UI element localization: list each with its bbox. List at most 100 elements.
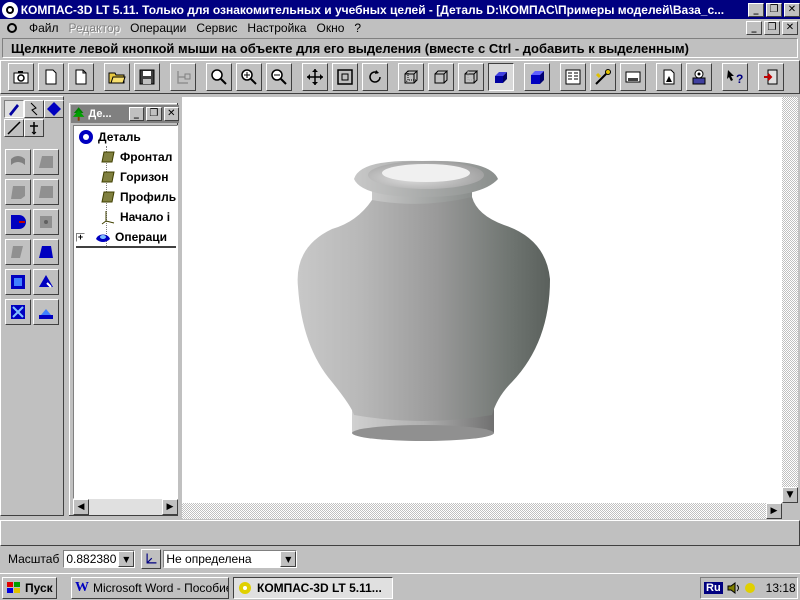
chevron-down-icon[interactable]: ▼ [280, 551, 297, 567]
perspective-icon[interactable] [524, 63, 550, 91]
minimize-button[interactable]: _ [748, 2, 764, 17]
document-system-menu-icon[interactable] [4, 21, 20, 35]
tree-title-bar[interactable]: Де... _ ❐ ✕ [71, 105, 179, 123]
tree-item-origin[interactable]: Начало і [100, 208, 170, 226]
cut-loft-icon[interactable] [33, 239, 59, 265]
new-file-icon[interactable] [68, 63, 94, 91]
viewport-vertical-scrollbar[interactable]: ▼ [782, 97, 798, 503]
kompas-app-icon[interactable] [2, 1, 18, 18]
close-button[interactable]: ✕ [784, 2, 800, 17]
tree-item-horizontal[interactable]: Горизон [100, 168, 169, 186]
fit-view-icon[interactable] [332, 63, 358, 91]
material-icon[interactable] [590, 63, 616, 91]
help-icon[interactable]: ? [722, 63, 748, 91]
scroll-right-button[interactable]: ▶ [766, 503, 782, 519]
model-viewport[interactable] [182, 97, 782, 503]
tree-divider [76, 246, 176, 248]
zoom-out-icon[interactable] [266, 63, 292, 91]
shell-icon[interactable] [5, 299, 31, 325]
tray-app-icon[interactable] [742, 580, 758, 596]
scroll-down-button[interactable]: ▼ [782, 487, 798, 503]
tree-root-detail[interactable]: Деталь [78, 128, 141, 146]
tab-sketch-icon[interactable] [24, 100, 44, 118]
expand-toggle[interactable]: + [76, 232, 85, 242]
thin-hidden-lines-icon[interactable] [458, 63, 484, 91]
mass-properties-icon[interactable] [656, 63, 682, 91]
doc-close-button[interactable]: ✕ [782, 21, 798, 35]
tree-close-button[interactable]: ✕ [163, 107, 179, 121]
fillet-icon[interactable] [5, 269, 31, 295]
kinematic-icon[interactable] [5, 179, 31, 205]
tree-item-operations[interactable]: + Операци [76, 228, 167, 246]
speaker-icon[interactable] [726, 580, 742, 596]
zoom-icon[interactable] [206, 63, 232, 91]
tab-coordinate-icon[interactable] [24, 119, 44, 137]
scale-combo[interactable]: 0.882380 ▼ [63, 550, 136, 568]
tree-scroll-left-button[interactable]: ◀ [73, 499, 89, 515]
plane-icon [101, 151, 115, 163]
tree-item-label: Начало і [120, 210, 171, 224]
doc-minimize-button[interactable]: _ [746, 21, 762, 35]
shaded-icon[interactable] [488, 63, 514, 91]
libraries-icon[interactable] [686, 63, 712, 91]
pan-icon[interactable] [302, 63, 328, 91]
doc-restore-button[interactable]: ❐ [764, 21, 780, 35]
main-toolbar: ? [0, 60, 800, 94]
hidden-lines-icon[interactable] [428, 63, 454, 91]
menu-service[interactable]: Сервис [191, 21, 242, 35]
window-title-bar[interactable]: КОМПАС-3D LT 5.11. Только для ознакомите… [0, 0, 800, 19]
measure-icon[interactable] [620, 63, 646, 91]
tree-root-label: Деталь [98, 130, 141, 144]
new-document-icon[interactable] [38, 63, 64, 91]
tree-minimize-button[interactable]: _ [128, 107, 145, 121]
cut-revolve-icon[interactable] [33, 209, 59, 235]
tree-horizontal-scrollbar[interactable]: ◀ ▶ [73, 499, 178, 515]
model-tree-window[interactable]: Де... _ ❐ ✕ Деталь Фронтал Горизон Профи… [67, 101, 180, 518]
exit-icon[interactable] [758, 63, 784, 91]
window-title: КОМПАС-3D LT 5.11. Только для ознакомите… [20, 2, 725, 17]
menu-editor[interactable]: Редактор [64, 21, 126, 35]
restore-button[interactable]: ❐ [766, 2, 782, 17]
viewport-horizontal-scrollbar[interactable]: ▶ [182, 503, 782, 519]
tab-shading-icon[interactable] [44, 100, 64, 118]
properties-icon[interactable] [560, 63, 586, 91]
task-word[interactable]: W Microsoft Word - Пособие... [71, 577, 229, 599]
wireframe-icon[interactable] [398, 63, 424, 91]
tree-structure-icon[interactable] [170, 63, 196, 91]
rotate-icon[interactable] [362, 63, 388, 91]
save-icon[interactable] [134, 63, 160, 91]
cut-kinematic-icon[interactable] [5, 239, 31, 265]
tree-maximize-button[interactable]: ❐ [146, 107, 162, 121]
menu-file[interactable]: Файл [24, 21, 64, 35]
tree-scroll-right-button[interactable]: ▶ [162, 499, 178, 515]
extrude-icon[interactable] [5, 149, 31, 175]
vase-model[interactable] [182, 97, 782, 503]
zoom-in-icon[interactable] [236, 63, 262, 91]
menu-settings[interactable]: Настройка [242, 21, 311, 35]
revolve-icon[interactable] [33, 149, 59, 175]
menu-help[interactable]: ? [349, 21, 366, 35]
tab-edit-icon[interactable] [4, 100, 24, 118]
rib-icon[interactable] [33, 299, 59, 325]
task-kompas[interactable]: КОМПАС-3D LT 5.11... [233, 577, 393, 599]
tree-item-profile[interactable]: Профиль [100, 188, 176, 206]
loft-icon[interactable] [33, 179, 59, 205]
plane-icon [101, 191, 115, 203]
start-button[interactable]: Пуск [2, 577, 57, 599]
tree-view[interactable]: Деталь Фронтал Горизон Профиль Начало і … [73, 125, 178, 499]
menu-operations[interactable]: Операции [125, 21, 191, 35]
tree-scroll-track[interactable] [89, 499, 162, 515]
tab-line-icon[interactable] [4, 119, 24, 137]
camera-icon[interactable] [8, 63, 34, 91]
chevron-down-icon[interactable]: ▼ [118, 551, 135, 567]
cut-extrude-icon[interactable] [5, 209, 31, 235]
language-indicator[interactable]: Ru [704, 582, 723, 594]
orientation-icon[interactable] [141, 549, 162, 569]
chamfer-icon[interactable] [33, 269, 59, 295]
orientation-combo[interactable]: Не определена ▼ [163, 550, 298, 568]
task-word-label: Microsoft Word - Пособие... [93, 581, 229, 595]
tree-item-frontal[interactable]: Фронтал [100, 148, 172, 166]
menu-window[interactable]: Окно [311, 21, 349, 35]
open-folder-icon[interactable] [104, 63, 130, 91]
clock[interactable]: 13:18 [766, 581, 796, 595]
